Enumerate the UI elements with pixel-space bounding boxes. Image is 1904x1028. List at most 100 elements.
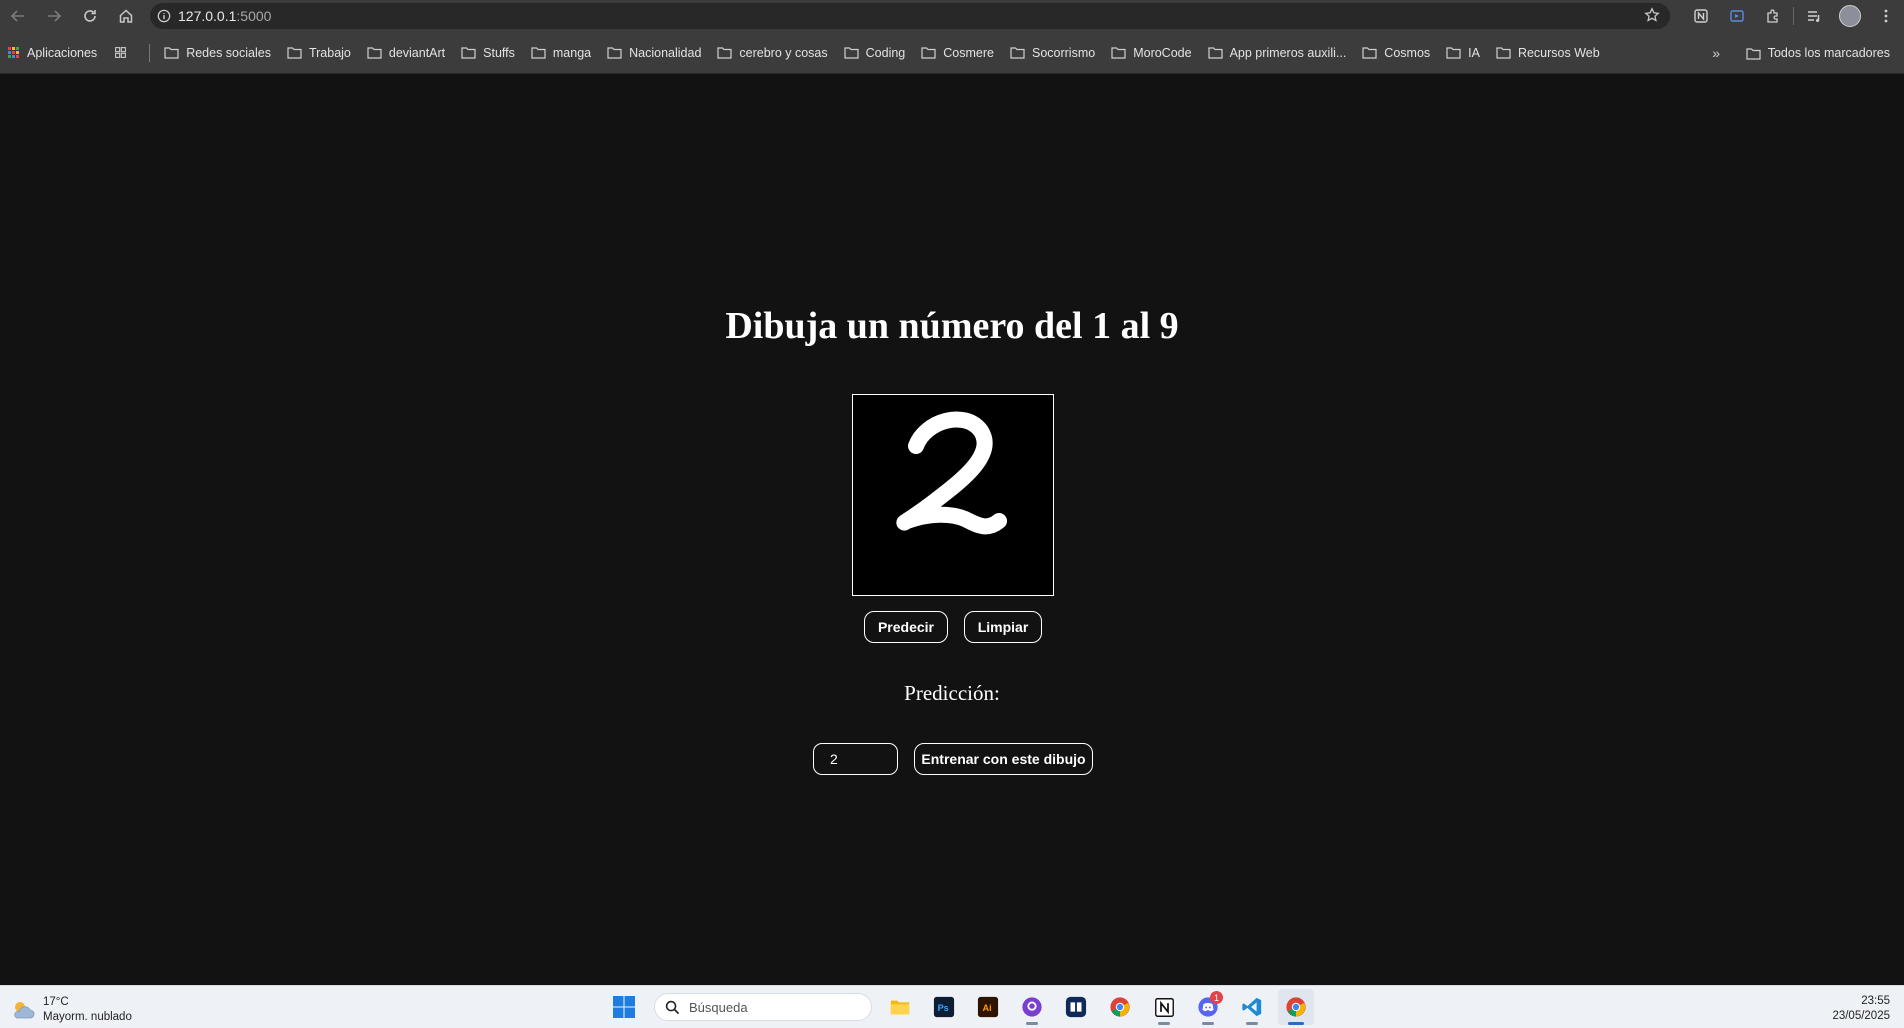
more-bookmarks-chevron-icon[interactable]: » bbox=[1704, 39, 1728, 67]
bookmark-label: App primeros auxili... bbox=[1229, 45, 1347, 60]
system-clock[interactable]: 23:55 23/05/2025 bbox=[1832, 994, 1890, 1024]
bookmarks-divider bbox=[149, 43, 151, 62]
taskbar-search[interactable]: Búsqueda bbox=[654, 993, 872, 1021]
profile-avatar[interactable] bbox=[1832, 0, 1868, 32]
toolbar-divider bbox=[1793, 7, 1794, 25]
windows-taskbar: 17°C Mayorm. nublado Búsqueda Ps Ai 1 23… bbox=[0, 985, 1904, 1028]
media-queue-icon[interactable] bbox=[1796, 0, 1832, 32]
chrome-active-icon[interactable] bbox=[1278, 989, 1314, 1025]
discord-icon[interactable]: 1 bbox=[1190, 989, 1226, 1025]
puzzle-extensions-icon[interactable] bbox=[1755, 0, 1791, 32]
bookmark-folder[interactable]: IA bbox=[1438, 39, 1488, 67]
bookmark-folder[interactable]: Cosmos bbox=[1354, 39, 1438, 67]
arrow-right-icon bbox=[48, 10, 62, 22]
bookmark-label: Coding bbox=[865, 45, 906, 60]
page-content: Dibuja un número del 1 al 9 Predecir Lim… bbox=[0, 74, 1904, 985]
windows-logo-icon bbox=[613, 996, 635, 1018]
home-icon bbox=[119, 9, 133, 23]
folder-icon bbox=[1746, 47, 1761, 60]
kebab-menu-icon bbox=[1884, 9, 1888, 23]
folder-icon bbox=[1010, 47, 1025, 59]
search-icon bbox=[665, 1000, 680, 1014]
folder-icon bbox=[531, 47, 546, 59]
vscode-icon[interactable] bbox=[1234, 989, 1270, 1025]
running-indicator bbox=[1246, 1022, 1258, 1025]
bookmark-folder[interactable]: cerebro y cosas bbox=[709, 39, 835, 67]
folder-icon bbox=[1362, 47, 1377, 59]
home-button[interactable] bbox=[108, 0, 144, 32]
bookmark-apps[interactable]: Aplicaciones bbox=[0, 39, 105, 67]
folder-icon bbox=[164, 47, 179, 59]
extension-icon[interactable] bbox=[1719, 0, 1755, 32]
folder-icon bbox=[287, 47, 302, 59]
apps-grid-icon bbox=[8, 47, 19, 58]
address-bar[interactable]: 127.0.0.1:5000 bbox=[150, 3, 1670, 29]
tab-groups-button[interactable] bbox=[105, 39, 143, 67]
page-title: Dibuja un número del 1 al 9 bbox=[725, 305, 1179, 347]
folder-icon bbox=[1111, 47, 1126, 59]
folder-icon bbox=[844, 47, 859, 59]
grid-icon bbox=[115, 47, 127, 58]
clear-button[interactable]: Limpiar bbox=[964, 611, 1042, 643]
notification-badge: 1 bbox=[1210, 991, 1223, 1004]
browser-toolbar: 127.0.0.1:5000 bbox=[0, 0, 1904, 32]
folder-icon bbox=[1446, 47, 1461, 59]
github-desktop-icon[interactable] bbox=[1014, 989, 1050, 1025]
svg-text:Ai: Ai bbox=[983, 1003, 992, 1013]
bookmark-folder[interactable]: Socorrismo bbox=[1002, 39, 1103, 67]
weather-text: Mayorm. nublado bbox=[43, 1011, 132, 1023]
folder-icon bbox=[717, 47, 733, 59]
bookmark-label: Stuffs bbox=[483, 45, 515, 60]
folder-icon bbox=[461, 47, 476, 59]
bookmark-folder[interactable]: MoroCode bbox=[1103, 39, 1199, 67]
folder-icon bbox=[1207, 47, 1223, 59]
clock-time: 23:55 bbox=[1861, 995, 1890, 1007]
folder-icon bbox=[921, 47, 936, 59]
bookmark-label: Recursos Web bbox=[1517, 45, 1600, 60]
bookmark-all-folder[interactable]: Todos los marcadores bbox=[1738, 39, 1898, 67]
start-button[interactable] bbox=[606, 989, 642, 1025]
chrome-icon[interactable] bbox=[1102, 989, 1138, 1025]
app-icon[interactable] bbox=[1058, 989, 1094, 1025]
bookmark-folder[interactable]: Trabajo bbox=[279, 39, 359, 67]
digit-input[interactable] bbox=[813, 743, 898, 775]
bookmark-folder[interactable]: manga bbox=[523, 39, 599, 67]
train-button[interactable]: Entrenar con este dibujo bbox=[914, 743, 1093, 775]
notion-extension-icon[interactable] bbox=[1683, 0, 1719, 32]
weather-widget[interactable]: 17°C Mayorm. nublado bbox=[10, 995, 132, 1025]
illustrator-icon[interactable]: Ai bbox=[970, 989, 1006, 1025]
bookmark-folder[interactable]: Stuffs bbox=[453, 39, 523, 67]
file-explorer-icon[interactable] bbox=[882, 989, 918, 1025]
folder-icon bbox=[367, 47, 382, 59]
drawing-canvas[interactable] bbox=[852, 394, 1054, 596]
bookmark-label: Cosmos bbox=[1384, 45, 1431, 60]
site-info-icon[interactable] bbox=[150, 9, 178, 23]
bookmark-label: Trabajo bbox=[308, 45, 351, 60]
clock-date: 23/05/2025 bbox=[1832, 1010, 1890, 1022]
back-button[interactable] bbox=[0, 0, 36, 32]
notion-icon[interactable] bbox=[1146, 989, 1182, 1025]
bookmark-star-icon[interactable] bbox=[1644, 7, 1660, 28]
bookmark-label: Redes sociales bbox=[186, 45, 271, 60]
taskbar-apps: Búsqueda Ps Ai 1 bbox=[606, 989, 1322, 1025]
bookmark-label: Socorrismo bbox=[1031, 45, 1096, 60]
bookmark-folder[interactable]: App primeros auxili... bbox=[1200, 39, 1355, 67]
folder-icon bbox=[1496, 47, 1511, 59]
drawn-digit-stroke bbox=[896, 411, 1007, 535]
arrow-left-icon bbox=[10, 10, 24, 22]
menu-button[interactable] bbox=[1868, 0, 1904, 32]
running-indicator bbox=[1202, 1022, 1214, 1025]
bookmark-folder[interactable]: Nacionalidad bbox=[599, 39, 709, 67]
forward-button[interactable] bbox=[36, 0, 72, 32]
bookmark-folder[interactable]: Cosmere bbox=[913, 39, 1002, 67]
running-indicator bbox=[1288, 1022, 1304, 1025]
reload-icon bbox=[84, 10, 96, 22]
reload-button[interactable] bbox=[72, 0, 108, 32]
photoshop-icon[interactable]: Ps bbox=[926, 989, 962, 1025]
bookmark-folder[interactable]: Recursos Web bbox=[1488, 39, 1608, 67]
predict-button[interactable]: Predecir bbox=[864, 611, 948, 643]
bookmark-folder[interactable]: Redes sociales bbox=[156, 39, 279, 67]
bookmark-folder[interactable]: Coding bbox=[836, 39, 914, 67]
bookmark-folder[interactable]: deviantArt bbox=[359, 39, 453, 67]
folder-icon bbox=[607, 47, 622, 59]
